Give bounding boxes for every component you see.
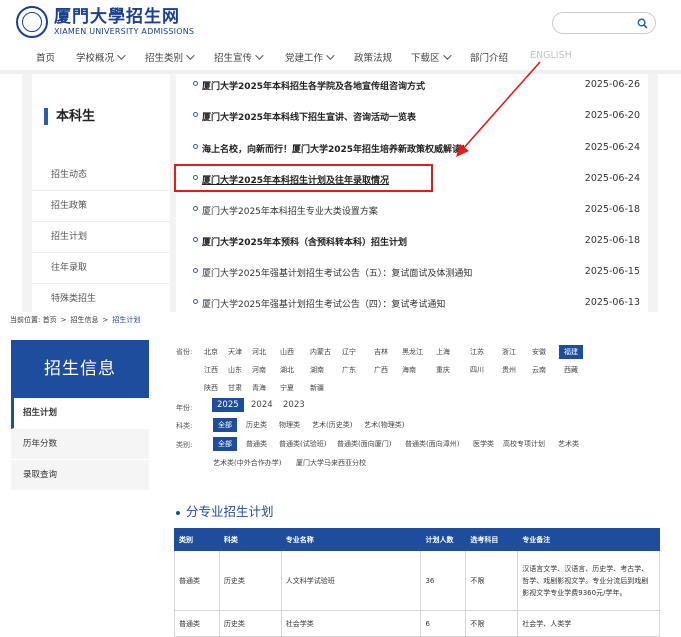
province-option[interactable]: 北京 — [204, 347, 218, 357]
table-header-row: 类别 科类 专业名称 计划人数 选考科目 专业备注 — [174, 528, 660, 551]
subject-option[interactable]: 全部 — [213, 418, 237, 432]
table-cell: 普通类 — [174, 610, 220, 637]
annotation-arrow-icon — [456, 61, 541, 157]
category-option[interactable]: 艺术类 — [558, 439, 579, 449]
province-option[interactable]: 云南 — [532, 365, 546, 375]
province-option[interactable]: 安徽 — [532, 347, 546, 357]
province-option[interactable]: 江苏 — [470, 347, 484, 357]
province-option[interactable]: 湖北 — [280, 365, 294, 375]
province-option[interactable]: 山西 — [280, 347, 294, 357]
column-header: 计划人数 — [420, 528, 467, 551]
left-menu: 招生计划 历年分数 录取查询 — [11, 398, 149, 491]
year-label: 年份: — [176, 404, 193, 412]
bullet-icon — [176, 510, 180, 515]
province-option[interactable]: 海南 — [402, 365, 416, 375]
left-menu-item-plan[interactable]: 招生计划 — [11, 398, 149, 429]
panel-title: 招生信息 — [11, 340, 149, 398]
category-option[interactable]: 厦门大学马来西亚分校 — [296, 458, 366, 468]
plan-section-title: 分专业招生计划 — [176, 501, 274, 520]
breadcrumb-info[interactable]: 招生信息 — [70, 316, 98, 324]
subject-option[interactable]: 艺术(物理类) — [364, 420, 404, 430]
table-cell: 汉语言文学、汉语言、历史学、考古学、哲学、戏剧影视文学。专业分流后到戏剧影视文学… — [517, 550, 660, 611]
enrollment-plan-table: 类别 科类 专业名称 计划人数 选考科目 专业备注 普通类 历史类 人文科学试验… — [174, 528, 660, 637]
province-option[interactable]: 新疆 — [310, 383, 324, 393]
category-option[interactable]: 普通类(面向厦门) — [337, 439, 391, 449]
category-option[interactable]: 普通类(面向漳州) — [405, 439, 459, 449]
subject-option[interactable]: 艺术(历史类) — [312, 420, 352, 430]
column-header: 专业名称 — [280, 528, 422, 551]
category-option[interactable]: 全部 — [213, 437, 237, 451]
table-row: 普通类 历史类 社会学类 6 不限 社会学、人类学 — [174, 610, 660, 637]
top-screenshot: 厦門大學招生网 XIAMEN UNIVERSITY ADMISSIONS 首页 … — [0, 0, 681, 312]
province-option[interactable]: 广东 — [342, 365, 356, 375]
subject-label: 科类: — [176, 422, 193, 430]
province-option[interactable]: 上海 — [436, 347, 450, 357]
subject-option[interactable]: 物理类 — [279, 420, 300, 430]
table-cell: 历史类 — [218, 550, 282, 611]
column-header: 科类 — [218, 528, 282, 551]
table-cell: 历史类 — [218, 610, 282, 637]
province-option[interactable]: 山东 — [228, 365, 242, 375]
subject-option[interactable]: 历史类 — [246, 420, 267, 430]
province-option[interactable]: 黑龙江 — [402, 347, 423, 357]
province-option[interactable]: 天津 — [228, 347, 242, 357]
column-header: 专业备注 — [517, 528, 660, 551]
table-cell: 不限 — [465, 550, 519, 611]
province-option[interactable]: 福建 — [559, 345, 583, 359]
table-cell: 社会学、人类学 — [517, 610, 660, 637]
table-cell: 36 — [420, 550, 467, 611]
bottom-screenshot: 当前位置: 首页 > 招生信息 > 招生计划 招生信息 招生计划 历年分数 录取查询 省… — [0, 312, 681, 637]
table-cell: 普通类 — [174, 550, 220, 611]
breadcrumb: 当前位置: 首页 > 招生信息 > 招生计划 — [10, 316, 141, 324]
province-option[interactable]: 青海 — [252, 383, 266, 393]
category-option[interactable]: 高校专项计划 — [503, 439, 545, 449]
column-header: 类别 — [174, 528, 220, 551]
province-option[interactable]: 内蒙古 — [310, 347, 331, 357]
year-option[interactable]: 2024 — [251, 400, 273, 410]
table-cell: 社会学类 — [280, 610, 422, 637]
province-option[interactable]: 江西 — [204, 365, 218, 375]
province-option[interactable]: 广西 — [374, 365, 388, 375]
province-option[interactable]: 浙江 — [502, 347, 516, 357]
category-option[interactable]: 普通类(试验班) — [279, 439, 326, 449]
table-row: 普通类 历史类 人文科学试验班 36 不限 汉语言文学、汉语言、历史学、考古学、… — [174, 550, 660, 611]
table-cell: 6 — [420, 610, 467, 637]
left-menu-item-query[interactable]: 录取查询 — [11, 460, 149, 491]
province-option[interactable]: 辽宁 — [342, 347, 356, 357]
province-option[interactable]: 重庆 — [436, 365, 450, 375]
province-option[interactable]: 陕西 — [204, 383, 218, 393]
province-option[interactable]: 西藏 — [564, 365, 578, 375]
breadcrumb-current[interactable]: 招生计划 — [112, 316, 140, 324]
province-option[interactable]: 河北 — [252, 347, 266, 357]
left-menu-item-scores[interactable]: 历年分数 — [11, 429, 149, 460]
province-option[interactable]: 宁夏 — [280, 383, 294, 393]
province-option[interactable]: 吉林 — [374, 347, 388, 357]
category-option[interactable]: 医学类 — [473, 439, 494, 449]
province-label: 省份: — [176, 348, 193, 356]
category-option[interactable]: 普通类 — [246, 439, 267, 449]
table-cell: 不限 — [465, 610, 519, 637]
year-option[interactable]: 2025 — [212, 398, 244, 412]
year-option[interactable]: 2023 — [283, 400, 305, 410]
province-option[interactable]: 河南 — [252, 365, 266, 375]
category-option[interactable]: 艺术类(中外合作办学) — [213, 458, 281, 468]
province-option[interactable]: 湖南 — [310, 365, 324, 375]
province-option[interactable]: 贵州 — [502, 365, 516, 375]
province-option[interactable]: 四川 — [470, 365, 484, 375]
column-header: 选考科目 — [465, 528, 519, 551]
table-cell: 人文科学试验班 — [280, 550, 422, 611]
province-option[interactable]: 甘肃 — [228, 383, 242, 393]
breadcrumb-home[interactable]: 首页 — [43, 316, 57, 324]
category-label: 类别: — [176, 441, 193, 449]
